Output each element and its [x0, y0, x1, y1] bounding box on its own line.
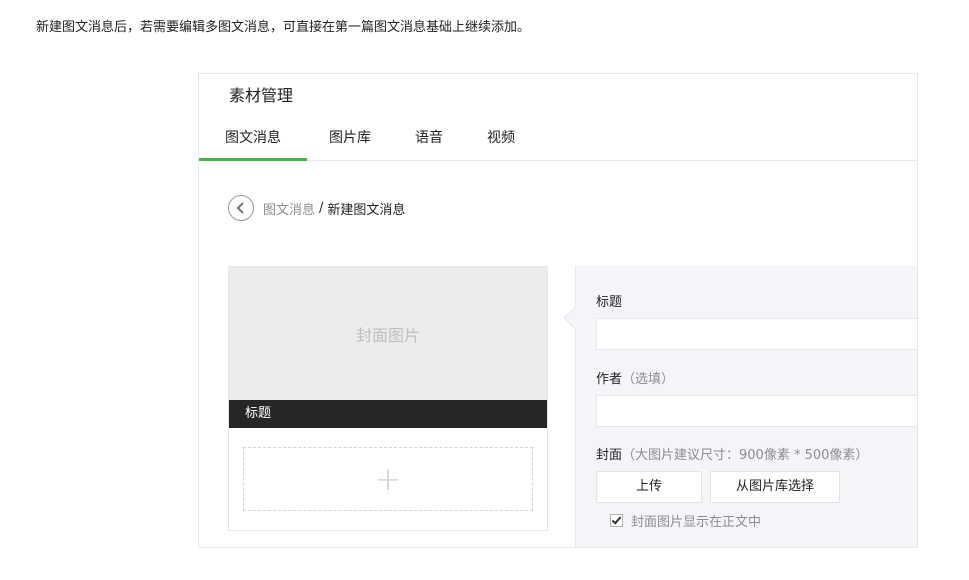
cover-size-hint: （大图片建议尺寸：900像素 * 500像素） [622, 448, 869, 463]
add-article-button[interactable]: + [243, 447, 533, 511]
author-hint: （选填） [622, 372, 675, 387]
intro-text: 新建图文消息后，若需要编辑多图文消息，可直接在第一篇图文消息基础上继续添加。 [36, 20, 531, 35]
article-preview: 封面图片 标题 + [228, 266, 548, 531]
breadcrumb-current: 新建图文消息 [327, 202, 406, 218]
show-cover-checkbox[interactable] [610, 513, 623, 527]
author-label: 作者 [596, 372, 623, 387]
author-label-row: 作者（选填） [596, 370, 674, 390]
cover-label-row: 封面（大图片建议尺寸：900像素 * 500像素） [596, 446, 868, 466]
tab-video[interactable]: 视频 [465, 124, 537, 161]
tab-news[interactable]: 图文消息 [199, 124, 307, 161]
preview-title-bar: 标题 [229, 400, 547, 428]
back-button[interactable] [228, 195, 254, 221]
editor-pointer-arrow [563, 306, 587, 330]
upload-button[interactable]: 上传 [596, 471, 702, 503]
title-input[interactable] [596, 318, 917, 350]
plus-icon: + [374, 460, 402, 498]
breadcrumb: 图文消息 / 新建图文消息 [228, 195, 405, 221]
panel-title: 素材管理 [229, 86, 294, 105]
cover-placeholder-text: 封面图片 [355, 325, 420, 345]
show-cover-in-body-row: 封面图片显示在正文中 [610, 511, 762, 530]
checkmark-icon [611, 513, 622, 525]
breadcrumb-link-news[interactable]: 图文消息 [263, 199, 315, 218]
title-label: 标题 [596, 295, 623, 310]
show-cover-label: 封面图片显示在正文中 [631, 514, 762, 530]
tab-images[interactable]: 图片库 [307, 124, 393, 161]
cover-label: 封面 [596, 448, 623, 463]
page: 新建图文消息后，若需要编辑多图文消息，可直接在第一篇图文消息基础上继续添加。 素… [0, 0, 969, 580]
material-management-panel: 素材管理 图文消息 图片库 语音 视频 图文消息 / 新建图文消息 封面图片 标… [198, 73, 918, 548]
cover-placeholder[interactable]: 封面图片 [229, 267, 547, 400]
tab-bar: 图文消息 图片库 语音 视频 [199, 124, 917, 161]
select-from-library-button[interactable]: 从图片库选择 [710, 471, 840, 503]
tab-voice[interactable]: 语音 [393, 124, 465, 161]
author-input[interactable] [596, 395, 917, 427]
chevron-left-icon [236, 202, 244, 214]
breadcrumb-separator: / [319, 200, 324, 216]
article-editor: 标题 作者（选填） 封面（大图片建议尺寸：900像素 * 500像素） 上传 从… [563, 266, 917, 547]
